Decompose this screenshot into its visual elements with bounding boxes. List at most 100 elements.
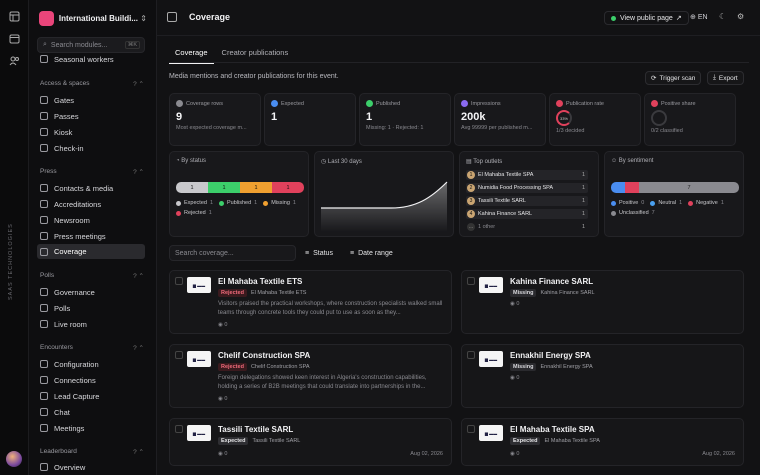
section-controls-icon[interactable]: ? ⌃	[133, 272, 144, 280]
stat-publication-rate: Publication rate 33% 1/3 decided	[549, 93, 641, 146]
card-checkbox[interactable]	[175, 425, 183, 433]
sidebar-item-accreditations[interactable]: Accreditations	[37, 197, 145, 211]
card-outlet: Kahina Finance SARL	[540, 290, 595, 296]
sidebar-item-label: Accreditations	[54, 199, 102, 209]
chat-icon	[40, 408, 48, 416]
sidebar-item-configuration[interactable]: Configuration	[37, 357, 145, 371]
coverage-search-input[interactable]: Search coverage...	[169, 245, 296, 261]
card-views: ◉ 0	[218, 322, 227, 328]
sidebar-item-newsroom[interactable]: Newsroom	[37, 213, 145, 227]
globe-icon: ⊕	[690, 14, 698, 21]
sidebar-item-coverage[interactable]: Coverage	[37, 244, 145, 259]
section-controls-icon[interactable]: ? ⌃	[133, 168, 144, 176]
coverage-card[interactable]: ▆ ▬▬ Chelif Construction SPA Rejected Che…	[169, 344, 452, 408]
outlet-rank: 4	[467, 210, 475, 218]
section-title: Press	[40, 168, 57, 175]
sidebar-item-check-in[interactable]: Check-in	[37, 141, 145, 155]
legend-label: Neutral	[658, 200, 677, 206]
outlet-rank: 3	[467, 197, 475, 205]
sidebar-item-overview[interactable]: Overview	[37, 460, 145, 474]
theme-toggle-icon[interactable]: ☾	[719, 12, 726, 21]
sidebar-item-passes[interactable]: Passes	[37, 109, 145, 123]
module-search-input[interactable]: ⌕ Search modules... ⌘K	[37, 37, 145, 53]
legend-label: Unclassified	[619, 210, 649, 216]
coverage-card[interactable]: ▆ ▬▬ El Mahaba Textile SPA Expected El Ma…	[461, 418, 744, 466]
coverage-card[interactable]: ▆ ▬▬ El Mahaba Textile ETS Rejected El Ma…	[169, 270, 452, 334]
dashboard-icon[interactable]	[8, 10, 21, 23]
sentiment-segment-negative	[625, 182, 639, 193]
legend-dot	[611, 210, 616, 216]
card-checkbox[interactable]	[175, 277, 183, 285]
outlet-more-count: 1	[581, 224, 585, 230]
outlet-row[interactable]: 1 El Mahaba Textile SPA 1	[466, 170, 588, 180]
rate-icon	[556, 100, 563, 107]
coverage-card[interactable]: ▆ ▬▬ Ennakhil Energy SPA Missing Ennakhil…	[461, 344, 744, 408]
legend-count: 1	[208, 210, 212, 216]
section-controls-icon[interactable]: ? ⌃	[133, 344, 144, 352]
legend-count: 1	[720, 200, 724, 206]
user-avatar[interactable]	[6, 451, 22, 467]
card-checkbox[interactable]	[467, 425, 475, 433]
sidebar-item-label: Live room	[54, 319, 87, 329]
stat-sub: Avg 99999 per published m...	[461, 125, 533, 131]
calendar-icon[interactable]	[8, 32, 21, 45]
org-switcher[interactable]: International Buildi... ⇕	[39, 9, 147, 27]
settings-gear-icon[interactable]: ⚙	[737, 12, 744, 21]
sidebar-item-governance[interactable]: Governance	[37, 285, 145, 299]
legend-label: Rejected	[184, 210, 206, 216]
export-label: Export	[718, 74, 738, 82]
outlet-row[interactable]: 2 Numidia Food Processing SPA 1	[466, 183, 588, 193]
card-checkbox[interactable]	[467, 351, 475, 359]
status-badge: Expected	[218, 437, 249, 445]
section-polls: Polls ? ⌃	[40, 272, 144, 280]
views-count: 0	[516, 301, 520, 307]
section-controls-icon[interactable]: ? ⌃	[133, 448, 144, 456]
card-date: Aug 02, 2026	[410, 451, 443, 457]
sidebar-item-connections[interactable]: Connections	[37, 373, 145, 387]
outlet-more-row[interactable]: … 1 other 1	[466, 222, 588, 232]
lead-capture-icon	[40, 392, 48, 400]
stat-label: Coverage rows	[186, 100, 223, 107]
sidebar-item-label: Newsroom	[54, 215, 90, 225]
stat-sub: 0/2 classified	[651, 128, 683, 134]
sidebar-item-polls[interactable]: Polls	[37, 301, 145, 315]
view-public-page-button[interactable]: View public page ↗	[604, 11, 689, 25]
org-name: International Buildi...	[58, 13, 139, 23]
outlet-row[interactable]: 4 Kahina Finance SARL 1	[466, 209, 588, 219]
legend-dot	[263, 200, 269, 206]
card-title: Chelif Construction SPA	[218, 351, 311, 360]
card-checkbox[interactable]	[467, 277, 475, 285]
section-title: Polls	[40, 272, 55, 279]
sidebar-item-contacts-media[interactable]: Contacts & media	[37, 181, 145, 195]
sidebar-item-label: Connections	[54, 375, 96, 385]
legend-dot	[650, 200, 656, 206]
coverage-card[interactable]: ▆ ▬▬ Kahina Finance SARL Missing Kahina F…	[461, 270, 744, 334]
export-button[interactable]: ⤓ Export	[707, 71, 744, 85]
date-range-filter-button[interactable]: ≡ Date range	[350, 245, 393, 261]
outlet-row[interactable]: 3 Tassili Textile SARL 1	[466, 196, 588, 206]
sidebar-item-seasonal-workers[interactable]: Seasonal workers	[37, 52, 145, 66]
legend-count: 1	[292, 200, 296, 206]
coverage-card[interactable]: ▆ ▬▬ Tassili Textile SARL Expected Tassil…	[169, 418, 452, 466]
sidebar-item-press-meetings[interactable]: Press meetings	[37, 229, 145, 243]
sidebar-item-chat[interactable]: Chat	[37, 405, 145, 419]
sidebar-toggle-icon[interactable]	[167, 12, 177, 22]
stat-value: 1	[271, 111, 278, 123]
language-switcher[interactable]: ⊕ EN	[690, 13, 708, 21]
sidebar-item-gates[interactable]: Gates	[37, 93, 145, 107]
meeting-icon	[40, 232, 48, 240]
card-checkbox[interactable]	[175, 351, 183, 359]
outlet-name: Kahina Finance SARL	[478, 211, 533, 217]
status-filter-button[interactable]: ≡ Status	[305, 245, 333, 261]
sidebar-item-lead-capture[interactable]: Lead Capture	[37, 389, 145, 403]
stat-value: 200k	[461, 111, 486, 123]
sidebar-item-kiosk[interactable]: Kiosk	[37, 125, 145, 139]
section-controls-icon[interactable]: ? ⌃	[133, 80, 144, 88]
sidebar-item-label: Kiosk	[54, 127, 73, 137]
panel-title: By sentiment	[618, 158, 654, 164]
sidebar-item-label: Meetings	[54, 423, 85, 433]
trigger-scan-button[interactable]: ⟳ Trigger scan	[645, 71, 702, 85]
sidebar-item-live-room[interactable]: Live room	[37, 317, 145, 331]
sidebar-item-meetings[interactable]: Meetings	[37, 421, 145, 435]
users-icon[interactable]	[8, 54, 21, 67]
